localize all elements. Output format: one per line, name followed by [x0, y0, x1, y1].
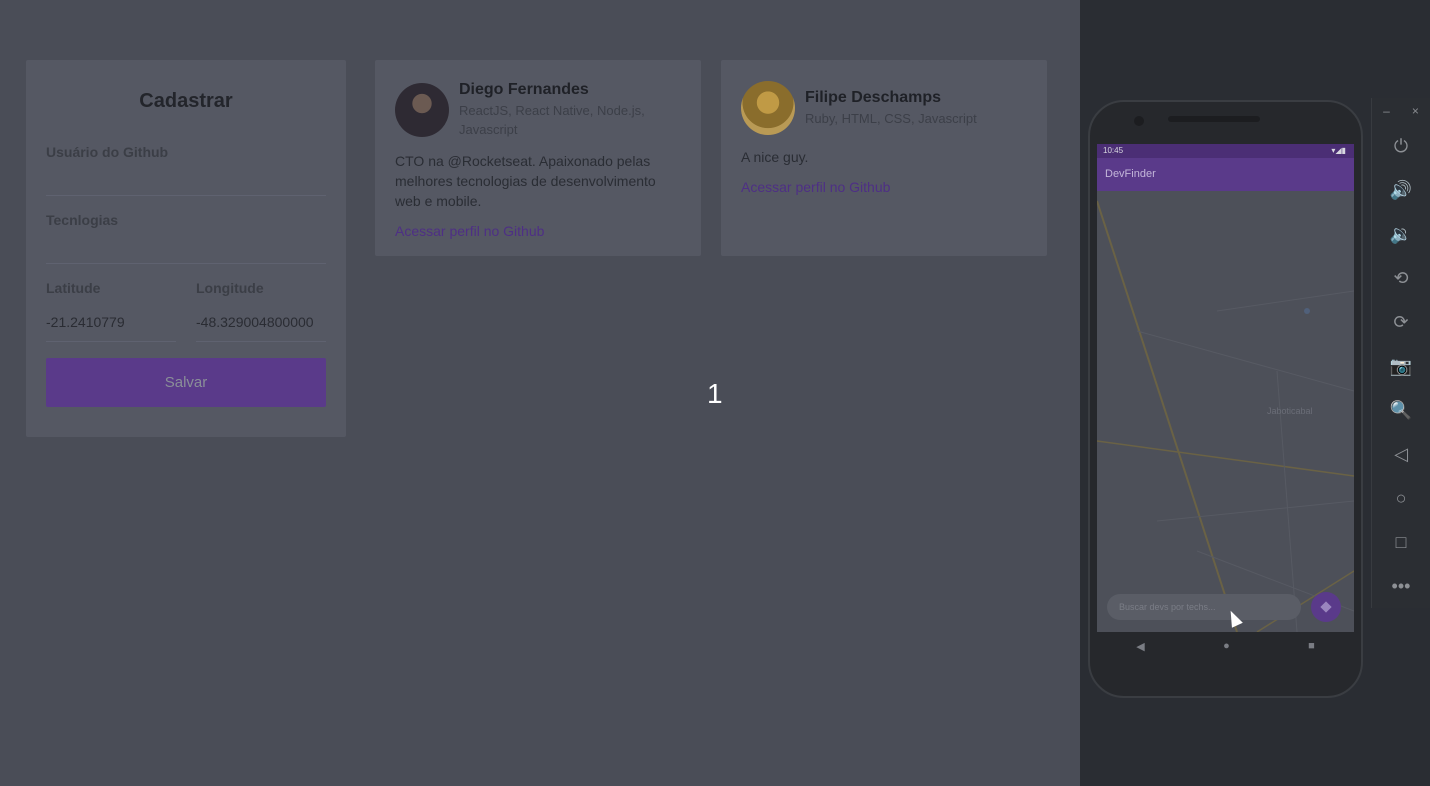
longitude-input[interactable]: -48.329004800000	[196, 296, 326, 342]
emulator-screen[interactable]: 10:45 ▾◢▮ DevFinder Jaboticabal Buscar d…	[1097, 144, 1354, 632]
status-bar: 10:45 ▾◢▮	[1097, 144, 1354, 158]
search-submit-button[interactable]	[1311, 592, 1341, 622]
github-user-input[interactable]	[46, 160, 326, 196]
latitude-label: Latitude	[46, 280, 101, 296]
dev-card: Filipe Deschamps Ruby, HTML, CSS, Javasc…	[721, 60, 1047, 256]
status-time: 10:45	[1103, 146, 1124, 155]
avatar	[741, 81, 795, 135]
latitude-field: Latitude -21.2410779	[46, 280, 176, 342]
volume-up-icon[interactable]: 🔊	[1372, 168, 1430, 212]
volume-down-icon[interactable]: 🔉	[1372, 212, 1430, 256]
camera-icon[interactable]: 📷	[1372, 344, 1430, 388]
latitude-input[interactable]: -21.2410779	[46, 296, 176, 342]
emulator-toolbar: – × ⏻ 🔊 🔉 ⟲ ⟳ 📷 🔍 ◁ ○ □ •••	[1371, 98, 1430, 608]
dev-header: Diego Fernandes ReactJS, React Native, N…	[395, 81, 681, 139]
overview-icon[interactable]: □	[1372, 520, 1430, 564]
nav-home-button[interactable]: ●	[1223, 640, 1230, 652]
form-title: Cadastrar	[139, 90, 233, 112]
nav-back-button[interactable]: ◀	[1136, 640, 1144, 653]
home-icon[interactable]: ○	[1372, 476, 1430, 520]
app-bar: DevFinder	[1097, 158, 1354, 191]
dev-name: Filipe Deschamps	[805, 88, 942, 106]
register-form: Cadastrar Usuário do Github Tecnlogias L…	[26, 60, 346, 437]
techs-input[interactable]	[46, 228, 326, 264]
dev-header: Filipe Deschamps Ruby, HTML, CSS, Javasc…	[741, 81, 1027, 135]
status-icons: ▾◢▮	[1331, 146, 1346, 155]
dev-bio: A nice guy.	[741, 149, 809, 165]
save-button[interactable]: Salvar	[46, 358, 326, 407]
back-icon[interactable]: ◁	[1372, 432, 1430, 476]
github-user-label: Usuário do Github	[46, 144, 169, 160]
dev-techs: Ruby, HTML, CSS, Javascript	[805, 110, 977, 126]
phone-camera	[1134, 116, 1144, 126]
map-view[interactable]: Jaboticabal	[1097, 191, 1354, 632]
dev-card: Diego Fernandes ReactJS, React Native, N…	[375, 60, 701, 256]
close-icon[interactable]: ×	[1412, 104, 1419, 118]
longitude-field: Longitude -48.329004800000	[196, 280, 326, 342]
avatar	[395, 83, 449, 137]
power-icon[interactable]: ⏻	[1372, 124, 1430, 168]
github-profile-link[interactable]: Acessar perfil no Github	[741, 179, 1027, 195]
longitude-label: Longitude	[196, 280, 264, 296]
dev-info: Filipe Deschamps Ruby, HTML, CSS, Javasc…	[805, 89, 977, 128]
rotate-left-icon[interactable]: ⟲	[1372, 256, 1430, 300]
app-title: DevFinder	[1105, 168, 1156, 180]
toolbar-window-controls: – ×	[1372, 98, 1430, 124]
map-city-label: Jaboticabal	[1267, 406, 1313, 416]
dev-techs: ReactJS, React Native, Node.js, Javascri…	[459, 103, 645, 137]
github-user-field: Usuário do Github	[46, 144, 326, 196]
overlay-number: 1	[707, 378, 723, 409]
techs-label: Tecnlogias	[46, 212, 119, 228]
github-profile-link[interactable]: Acessar perfil no Github	[395, 223, 681, 239]
dev-info: Diego Fernandes ReactJS, React Native, N…	[459, 81, 681, 139]
zoom-icon[interactable]: 🔍	[1372, 388, 1430, 432]
phone-speaker	[1168, 116, 1260, 122]
rotate-right-icon[interactable]: ⟳	[1372, 300, 1430, 344]
web-app: Cadastrar Usuário do Github Tecnlogias L…	[0, 0, 1080, 786]
dev-bio: CTO na @Rocketseat. Apaixonado pelas mel…	[395, 153, 656, 209]
minimize-icon[interactable]: –	[1383, 104, 1390, 118]
map-roads	[1097, 200, 1354, 632]
android-nav-bar: ◀ ● ■	[1097, 632, 1354, 660]
dev-name: Diego Fernandes	[459, 81, 589, 98]
techs-field: Tecnlogias	[46, 212, 326, 264]
search-input[interactable]: Buscar devs por techs...	[1107, 594, 1301, 620]
more-icon[interactable]: •••	[1372, 564, 1430, 608]
nav-recent-button[interactable]: ■	[1308, 640, 1315, 652]
